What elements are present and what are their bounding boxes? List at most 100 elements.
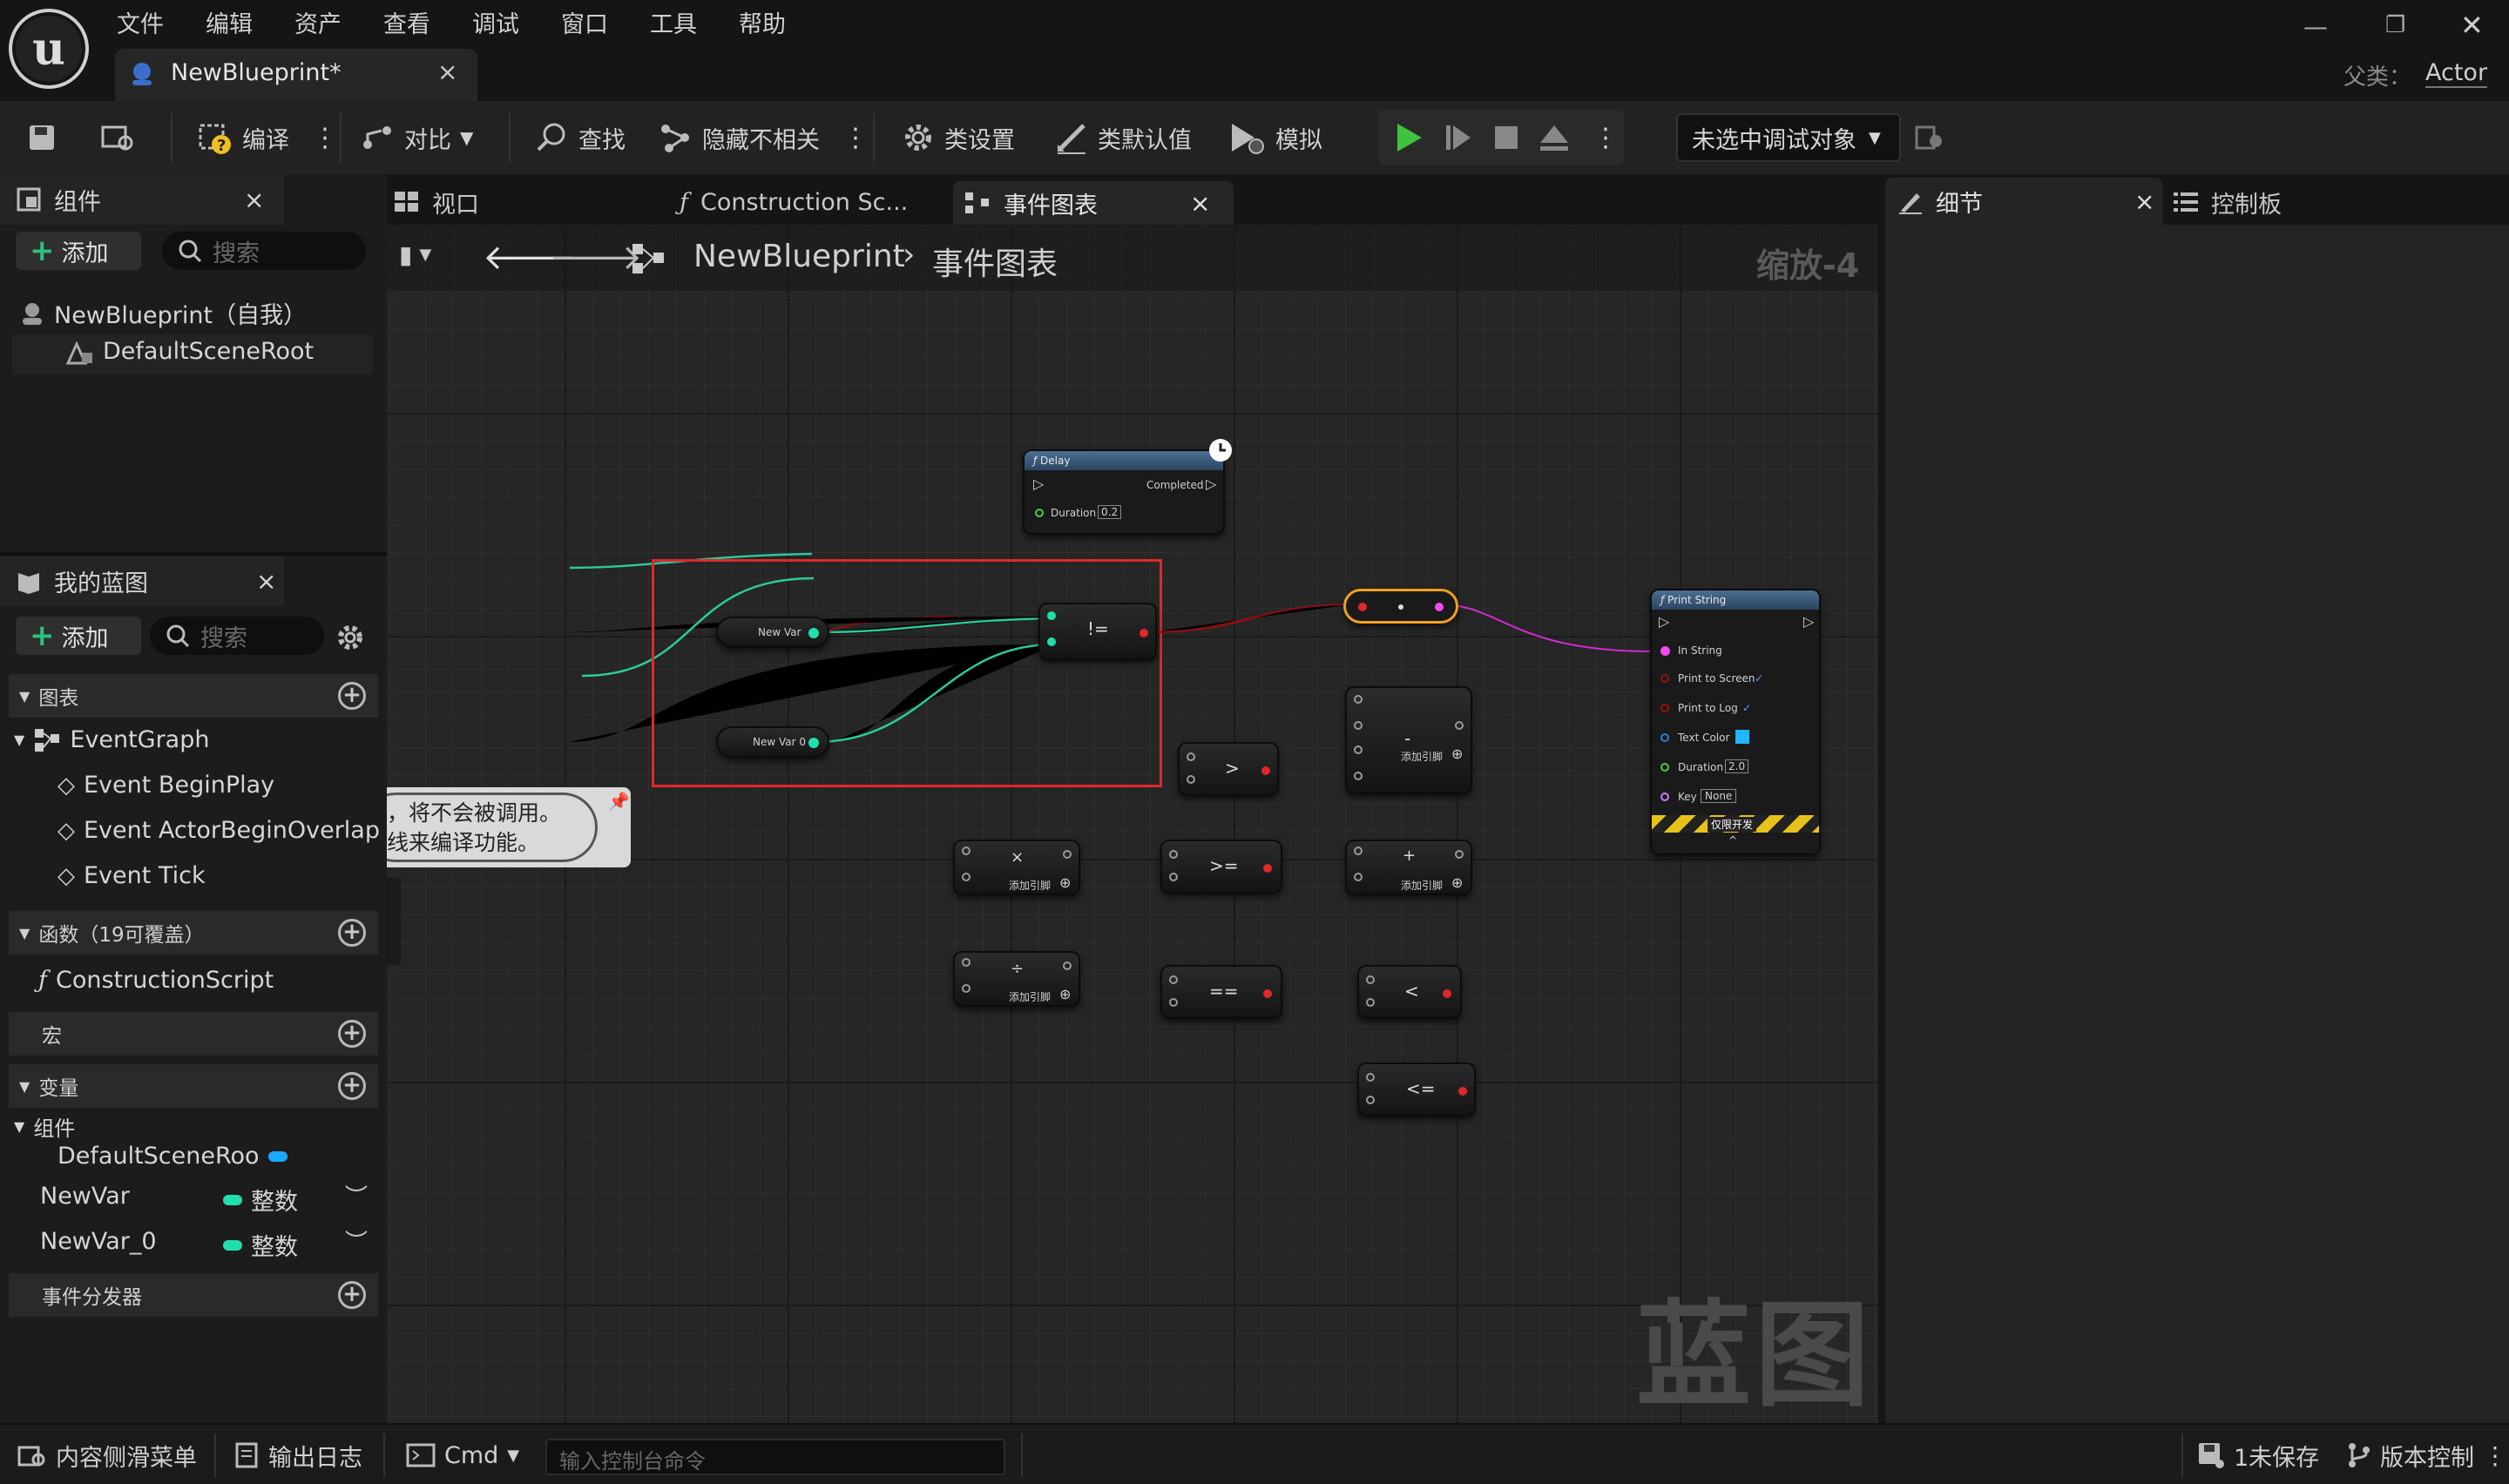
- event-beginplay[interactable]: ◇ Event BeginPlay: [57, 772, 274, 799]
- bookmark-button[interactable]: ▮ ▼: [399, 240, 431, 269]
- restore-icon[interactable]: ❐: [2385, 12, 2405, 38]
- tab-viewport[interactable]: 视口: [394, 181, 479, 223]
- diff-button[interactable]: 对比 ▼: [361, 113, 473, 162]
- close-icon[interactable]: ×: [244, 186, 264, 214]
- event-actorbeginoverlap[interactable]: ◇ Event ActorBeginOverlap: [57, 817, 380, 844]
- tab-palette[interactable]: 控制板: [2173, 181, 2282, 223]
- in-pin-b[interactable]: [1187, 775, 1195, 784]
- component-self[interactable]: NewBlueprint（自我）: [19, 296, 307, 330]
- menu-view[interactable]: 查看: [383, 5, 430, 39]
- variable-newvar[interactable]: NewVar: [40, 1183, 130, 1210]
- variable-defaultsceneroot[interactable]: DefaultSceneRoo: [57, 1143, 287, 1170]
- delay-duration-input[interactable]: 0.2: [1098, 505, 1122, 519]
- compile-button[interactable]: ? 编译 ⋮: [197, 113, 338, 162]
- in-pin[interactable]: [1354, 695, 1363, 704]
- in-pin[interactable]: [1354, 873, 1363, 881]
- function-constructionscript[interactable]: ƒ ConstructionScript: [38, 967, 274, 994]
- event-graph-canvas[interactable]: ，将不会被调用。 线来编译功能。 📌 ƒ Delay ▷ Completed ▷…: [387, 225, 1878, 1423]
- tab-construction-script[interactable]: ƒ Construction Sc...: [680, 181, 908, 223]
- greater-node[interactable]: >: [1178, 742, 1279, 796]
- divide-node[interactable]: ÷ 添加引脚 ⊕: [953, 951, 1080, 1007]
- add-pin-icon[interactable]: ⊕: [1451, 745, 1463, 762]
- event-tick[interactable]: ◇ Event Tick: [57, 862, 206, 889]
- in-pin-a[interactable]: [1169, 975, 1178, 984]
- key-input[interactable]: None: [1701, 789, 1737, 803]
- in-pin[interactable]: [962, 984, 970, 993]
- settings-gear-icon[interactable]: [335, 622, 366, 653]
- menu-asset[interactable]: 资产: [294, 5, 342, 39]
- variable-newvar0[interactable]: NewVar_0: [40, 1228, 157, 1255]
- my-blueprint-search-input[interactable]: 搜索: [150, 617, 324, 655]
- class-defaults-button[interactable]: 类默认值: [1054, 113, 1192, 162]
- exec-out-pin[interactable]: ▷: [1803, 613, 1814, 630]
- parent-class-link[interactable]: Actor: [2425, 59, 2488, 88]
- component-root[interactable]: DefaultSceneRoot: [64, 338, 314, 365]
- name-pin[interactable]: [1660, 793, 1669, 801]
- add-pin-label[interactable]: 添加引脚: [1009, 989, 1051, 1004]
- print-string-node[interactable]: ƒ Print String ▷ ▷ In String Print to Sc…: [1650, 589, 1821, 855]
- in-pin[interactable]: [1354, 772, 1363, 780]
- out-pin[interactable]: [1455, 850, 1464, 859]
- more-options-icon[interactable]: ⋮: [2483, 1441, 2507, 1470]
- equal-node[interactable]: ==: [1160, 965, 1282, 1019]
- delay-node[interactable]: ƒ Delay ▷ Completed ▷ Duration 0.2: [1023, 449, 1225, 535]
- in-pin[interactable]: [1354, 847, 1363, 855]
- add-member-button[interactable]: + 添加: [16, 617, 141, 655]
- minimize-icon[interactable]: —: [2303, 12, 2328, 41]
- checkbox-icon[interactable]: ✓: [1742, 702, 1751, 714]
- color-pin[interactable]: [1660, 733, 1669, 742]
- forward-arrow-icon[interactable]: 🡒: [549, 235, 642, 278]
- browse-button[interactable]: [101, 113, 136, 162]
- bool-out-pin[interactable]: [1263, 864, 1272, 873]
- console-command-input[interactable]: 输入控制台命令: [545, 1439, 1005, 1475]
- section-graphs[interactable]: ▼ 图表 +: [9, 674, 378, 718]
- compile-options-icon[interactable]: ⋮: [312, 123, 338, 153]
- float-pin[interactable]: [1035, 509, 1044, 517]
- conversion-node[interactable]: [1343, 589, 1458, 624]
- comment-bubble[interactable]: ，将不会被调用。 线来编译功能。 📌: [387, 787, 631, 867]
- close-icon[interactable]: ×: [256, 567, 276, 596]
- checkbox-icon[interactable]: ✓: [1755, 672, 1763, 685]
- add-dispatcher-icon[interactable]: +: [338, 1281, 366, 1309]
- content-drawer-button[interactable]: 内容侧滑菜单: [17, 1435, 197, 1475]
- components-tab[interactable]: 组件 ×: [0, 174, 284, 225]
- play-button[interactable]: [1392, 113, 1424, 162]
- in-pin-a[interactable]: [1169, 850, 1178, 859]
- out-pin[interactable]: [1455, 721, 1464, 730]
- visibility-eye-icon[interactable]: ︶: [345, 1179, 368, 1211]
- newvar-getter-node[interactable]: New Var: [716, 617, 829, 648]
- my-blueprint-tab[interactable]: 我的蓝图 ×: [0, 556, 284, 606]
- bool-out-pin[interactable]: [1261, 766, 1270, 775]
- exec-in-pin[interactable]: ▷: [1033, 476, 1044, 492]
- subtract-node[interactable]: - 添加引脚 ⊕: [1345, 686, 1472, 794]
- int-in-pin-a[interactable]: [1047, 611, 1056, 620]
- in-pin-b[interactable]: [1169, 998, 1178, 1007]
- variable-group-components[interactable]: ▼ 组件: [14, 1111, 75, 1142]
- section-variables[interactable]: ▼ 变量 +: [9, 1064, 378, 1108]
- less-node[interactable]: <: [1357, 965, 1462, 1019]
- string-in-pin[interactable]: [1660, 646, 1670, 656]
- less-equal-node[interactable]: <=: [1357, 1062, 1476, 1116]
- tab-details[interactable]: 细节 ×: [1885, 178, 2162, 225]
- menu-edit[interactable]: 编辑: [206, 5, 253, 39]
- section-dispatchers[interactable]: 事件分发器 +: [9, 1273, 378, 1317]
- newvar0-getter-node[interactable]: New Var 0: [716, 726, 829, 758]
- in-pin-a[interactable]: [1366, 1073, 1375, 1082]
- cmd-dropdown[interactable]: Cmd ▼: [406, 1435, 519, 1475]
- add-node[interactable]: + 添加引脚 ⊕: [1345, 840, 1472, 895]
- add-pin-label[interactable]: 添加引脚: [1401, 749, 1443, 764]
- in-pin-b[interactable]: [1169, 873, 1178, 881]
- add-function-icon[interactable]: +: [338, 919, 366, 947]
- in-pin[interactable]: [1354, 745, 1363, 754]
- add-pin-label[interactable]: 添加引脚: [1009, 878, 1051, 893]
- add-pin-label[interactable]: 添加引脚: [1401, 878, 1443, 893]
- greater-equal-node[interactable]: >=: [1160, 840, 1282, 894]
- section-macros[interactable]: 宏 +: [9, 1012, 378, 1056]
- visibility-eye-icon[interactable]: ︶: [345, 1224, 368, 1257]
- in-pin[interactable]: [962, 958, 970, 967]
- bool-out-pin[interactable]: [1263, 989, 1272, 998]
- section-functions[interactable]: ▼ 函数（19可覆盖） +: [9, 911, 378, 954]
- more-options-icon[interactable]: ⋮: [842, 123, 869, 153]
- source-control-button[interactable]: 版本控制 ⋮: [2345, 1435, 2507, 1475]
- tab-event-graph[interactable]: 事件图表 ×: [953, 181, 1234, 225]
